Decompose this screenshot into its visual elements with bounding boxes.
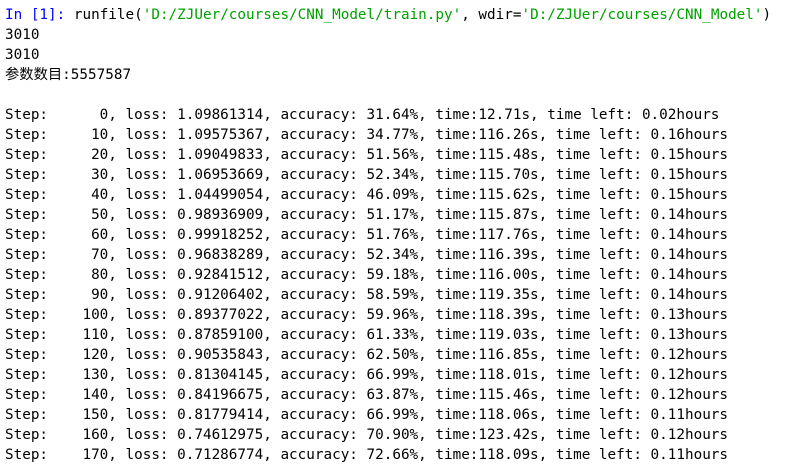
training-step-line: Step: 140, loss: 0.84196675, accuracy: 6… [5, 387, 729, 403]
training-step-line: Step: 170, loss: 0.71286774, accuracy: 7… [5, 447, 729, 463]
training-step-line: Step: 130, loss: 0.81304145, accuracy: 6… [5, 367, 729, 383]
training-step-line: Step: 10, loss: 1.09575367, accuracy: 34… [5, 127, 729, 143]
output-line: 3010 [5, 27, 40, 43]
training-step-line: Step: 120, loss: 0.90535843, accuracy: 6… [5, 347, 729, 363]
training-step-line: Step: 0, loss: 1.09861314, accuracy: 31.… [5, 107, 720, 123]
training-step-line: Step: 70, loss: 0.96838289, accuracy: 52… [5, 247, 729, 263]
training-step-line: Step: 110, loss: 0.87859100, accuracy: 6… [5, 327, 729, 343]
training-step-line: Step: 100, loss: 0.89377022, accuracy: 5… [5, 307, 729, 323]
output-line-param-count: 参数数目:5557587 [5, 67, 132, 83]
wdir-path-argument: 'D:/ZJUer/courses/CNN_Model' [521, 7, 763, 23]
training-step-line: Step: 30, loss: 1.06953669, accuracy: 52… [5, 167, 729, 183]
training-step-line: Step: 50, loss: 0.98936909, accuracy: 51… [5, 207, 729, 223]
training-log: Step: 0, loss: 1.09861314, accuracy: 31.… [5, 105, 801, 465]
file-path-argument: 'D:/ZJUer/courses/CNN_Model/train.py' [142, 7, 462, 23]
training-step-line: Step: 20, loss: 1.09049833, accuracy: 51… [5, 147, 729, 163]
training-step-line: Step: 90, loss: 0.91206402, accuracy: 58… [5, 287, 729, 303]
training-step-line: Step: 80, loss: 0.92841512, accuracy: 59… [5, 267, 729, 283]
training-step-line: Step: 150, loss: 0.81779414, accuracy: 6… [5, 407, 729, 423]
output-line: 3010 [5, 47, 40, 63]
training-step-line: Step: 40, loss: 1.04499054, accuracy: 46… [5, 187, 729, 203]
runfile-call-prefix: runfile( [65, 7, 143, 23]
training-step-line: Step: 60, loss: 0.99918252, accuracy: 51… [5, 227, 729, 243]
ipython-console[interactable]: In [1]: runfile('D:/ZJUer/courses/CNN_Mo… [0, 0, 801, 473]
wdir-keyword: , wdir= [461, 7, 522, 23]
runfile-call-suffix: ) [762, 7, 772, 23]
input-prompt-line[interactable]: In [1]: runfile('D:/ZJUer/courses/CNN_Mo… [5, 5, 801, 25]
input-prompt-label: In [1]: [5, 7, 66, 23]
training-step-line: Step: 160, loss: 0.74612975, accuracy: 7… [5, 427, 729, 443]
